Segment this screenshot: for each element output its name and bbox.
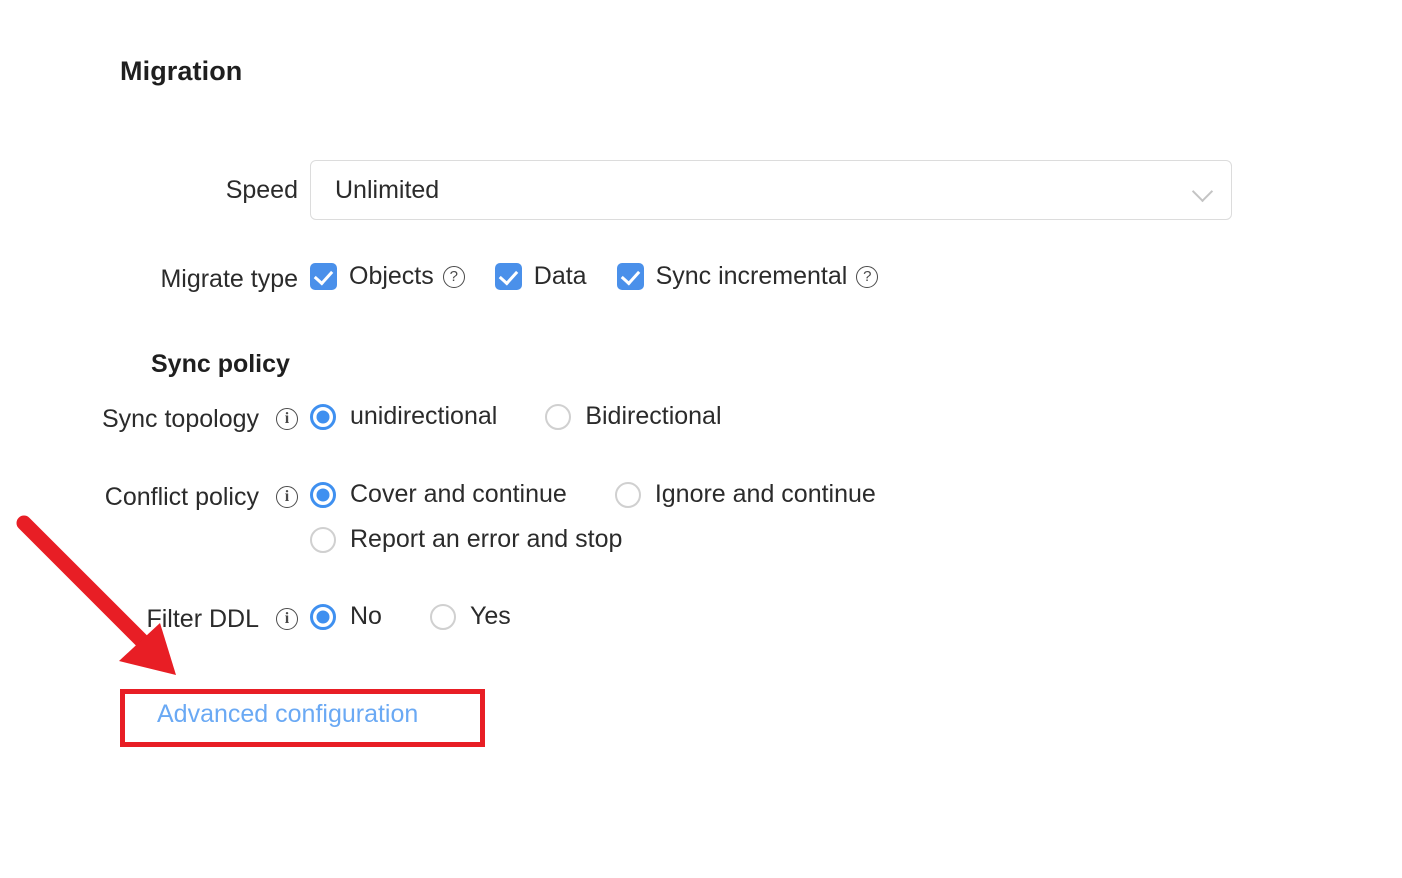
radio-item-no[interactable]: No xyxy=(310,602,382,631)
checkbox-item-data[interactable]: Data xyxy=(494,262,587,291)
speed-control: Unlimited xyxy=(310,160,1232,220)
radio-item-report-an-error-and-stop[interactable]: Report an error and stop xyxy=(310,525,622,554)
radio-item-unidirectional[interactable]: unidirectional xyxy=(310,402,497,431)
speed-label-text: Speed xyxy=(225,176,298,204)
radio-label-unidirectional: unidirectional xyxy=(350,402,498,430)
checkbox-item-objects[interactable]: Objects ? xyxy=(310,262,465,291)
conflict-policy-line-1: Cover and continue Ignore and continue xyxy=(310,480,990,509)
radio-report-an-error-and-stop[interactable] xyxy=(310,526,336,553)
radio-item-yes[interactable]: Yes xyxy=(429,602,511,631)
radio-label-ignore-and-continue: Ignore and continue xyxy=(654,480,876,508)
filter-ddl-label: Filter DDL i xyxy=(0,602,310,636)
sync-topology-label-text: Sync topology xyxy=(101,405,259,433)
checkbox-data[interactable] xyxy=(494,263,522,290)
sync-topology-row: Sync topology i unidirectional Bidirecti… xyxy=(0,402,770,436)
help-circle-icon-objects[interactable]: ? xyxy=(442,265,465,288)
checkbox-item-sync-incremental[interactable]: Sync incremental ? xyxy=(616,262,879,291)
sync-topology-control: unidirectional Bidirectional xyxy=(310,402,770,431)
checkbox-sync-incremental[interactable] xyxy=(616,263,644,290)
radio-item-bidirectional[interactable]: Bidirectional xyxy=(545,402,722,431)
checkbox-label-objects: Objects xyxy=(349,262,434,290)
speed-label: Speed xyxy=(0,160,310,220)
conflict-policy-label: Conflict policy i xyxy=(0,480,310,514)
page-title: Migration xyxy=(120,56,243,86)
radio-label-report-an-error-and-stop: Report an error and stop xyxy=(350,525,623,553)
checkbox-label-sync-incremental: Sync incremental xyxy=(655,262,848,290)
advanced-configuration-link[interactable]: Advanced configuration xyxy=(157,700,418,729)
radio-item-ignore-and-continue[interactable]: Ignore and continue xyxy=(614,480,876,509)
filter-ddl-row: Filter DDL i No Yes xyxy=(0,602,559,636)
radio-no[interactable] xyxy=(310,603,336,630)
checkbox-label-data: Data xyxy=(533,262,587,290)
radio-bidirectional[interactable] xyxy=(545,403,572,430)
radio-label-cover-and-continue: Cover and continue xyxy=(350,480,567,508)
info-circle-icon-sync-topology[interactable]: i xyxy=(276,408,298,430)
conflict-policy-control: Cover and continue Ignore and continue R… xyxy=(310,480,990,554)
chevron-down-icon[interactable] xyxy=(1193,184,1213,196)
migrate-type-label-text: Migrate type xyxy=(160,265,298,293)
sync-topology-label: Sync topology i xyxy=(0,402,310,436)
info-circle-icon-filter-ddl[interactable]: i xyxy=(276,608,298,630)
help-circle-icon-sync-incremental[interactable]: ? xyxy=(856,265,879,288)
migrate-type-control: Objects ? Data Sync incremental ? xyxy=(310,262,879,291)
speed-row: Speed Unlimited xyxy=(0,160,1232,220)
radio-item-cover-and-continue[interactable]: Cover and continue xyxy=(310,480,567,509)
speed-select[interactable]: Unlimited xyxy=(310,160,1232,220)
migrate-type-label: Migrate type xyxy=(0,262,310,296)
conflict-policy-label-text: Conflict policy xyxy=(104,483,259,511)
radio-label-no: No xyxy=(350,602,382,630)
checkbox-objects[interactable] xyxy=(310,263,337,290)
conflict-policy-line-2: Report an error and stop xyxy=(310,525,990,554)
radio-label-yes: Yes xyxy=(469,602,511,630)
migrate-type-row: Migrate type Objects ? Data Sync increme… xyxy=(0,262,879,296)
filter-ddl-label-text: Filter DDL xyxy=(146,605,259,633)
speed-select-value: Unlimited xyxy=(335,175,440,204)
info-circle-icon-conflict-policy[interactable]: i xyxy=(276,486,298,508)
filter-ddl-control: No Yes xyxy=(310,602,559,631)
radio-cover-and-continue[interactable] xyxy=(310,481,336,508)
radio-label-bidirectional: Bidirectional xyxy=(585,402,722,430)
sync-policy-heading: Sync policy xyxy=(151,350,290,378)
radio-unidirectional[interactable] xyxy=(310,403,336,430)
radio-ignore-and-continue[interactable] xyxy=(614,481,641,508)
radio-yes[interactable] xyxy=(429,603,456,630)
conflict-policy-row: Conflict policy i Cover and continue Ign… xyxy=(0,480,990,554)
